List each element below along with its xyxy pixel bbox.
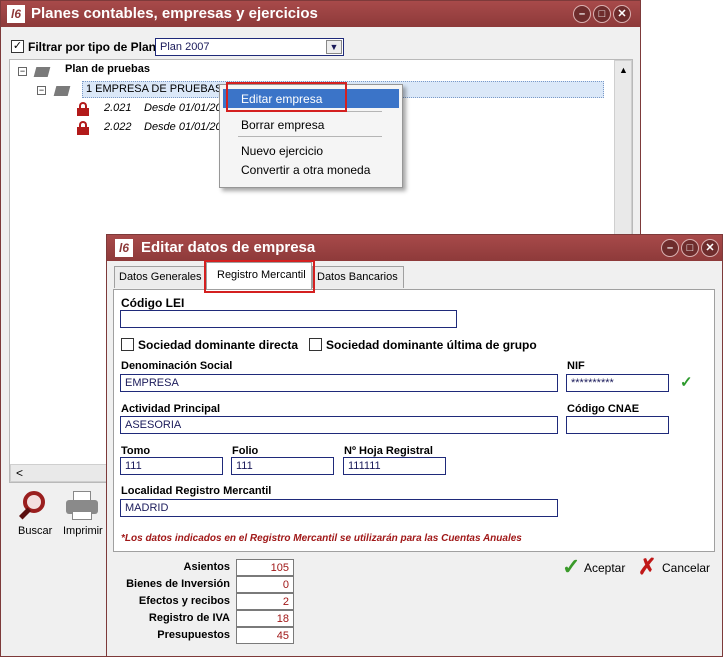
stats-row: Efectos y recibos 2	[116, 593, 296, 610]
minimize-icon[interactable]: –	[661, 239, 679, 257]
app-logo-icon: l6	[7, 5, 25, 23]
tree-root-label[interactable]: Plan de pruebas	[65, 63, 150, 75]
soc-dominante-directa-label: Sociedad dominante directa	[138, 338, 299, 352]
denominacion-field[interactable]: EMPRESA	[120, 374, 558, 392]
imprimir-button[interactable]: Imprimir	[60, 489, 104, 541]
tree-year-desde: Desde 01/01/20	[144, 102, 222, 114]
lock-icon	[77, 102, 89, 116]
maximize-icon[interactable]: □	[593, 5, 611, 23]
stats-label: Presupuestos	[157, 629, 230, 641]
tab-label: Datos Generales	[119, 271, 202, 283]
aceptar-button[interactable]: ✓ Aceptar	[562, 554, 628, 580]
scroll-up-icon[interactable]: ▲	[619, 65, 628, 75]
printer-icon	[66, 491, 98, 521]
minimize-icon[interactable]: –	[573, 5, 591, 23]
menu-item-nuevo-ejercicio[interactable]: Nuevo ejercicio	[223, 141, 399, 160]
stats-row: Bienes de Inversión 0	[116, 576, 296, 593]
cancel-x-icon: ✗	[638, 554, 657, 579]
codigo-lei-field[interactable]	[120, 310, 457, 328]
cnae-field[interactable]	[566, 416, 669, 434]
highlight-editar-empresa	[226, 82, 347, 112]
tab-datos-bancarios[interactable]: Datos Bancarios	[312, 266, 404, 288]
nif-field[interactable]: **********	[566, 374, 669, 392]
cnae-label: Código CNAE	[567, 403, 640, 415]
filter-label: Filtrar por tipo de Plan	[28, 40, 157, 54]
maximize-icon[interactable]: □	[681, 239, 699, 257]
stats-value: 2	[236, 593, 294, 610]
hoja-registral-label: Nº Hoja Registral	[344, 445, 433, 457]
denominacion-label: Denominación Social	[121, 360, 233, 372]
tree-collapse-icon[interactable]: −	[37, 86, 46, 95]
vertical-scrollbar[interactable]: ▲	[614, 60, 632, 260]
aceptar-label: Aceptar	[584, 561, 626, 575]
hoja-registral-field[interactable]: 111111	[343, 457, 446, 475]
menu-separator	[238, 136, 382, 137]
soc-dominante-ultima-label: Sociedad dominante última de grupo	[326, 338, 537, 352]
filter-checkbox[interactable]: ✓	[11, 40, 24, 53]
menu-item-label: Nuevo ejercicio	[241, 144, 324, 158]
stats-row: Registro de IVA 18	[116, 610, 296, 627]
tomo-field[interactable]: 111	[120, 457, 223, 475]
stats-value: 105	[236, 559, 294, 576]
folder-icon	[53, 86, 71, 96]
menu-item-convertir-moneda[interactable]: Convertir a otra moneda	[223, 160, 399, 179]
tree-year-code[interactable]: 2.021	[104, 102, 132, 114]
stats-label: Asientos	[183, 561, 230, 573]
folder-icon	[33, 67, 51, 77]
front-titlebar: l6 Editar datos de empresa – □ ✕	[107, 235, 722, 261]
imprimir-label: Imprimir	[63, 525, 103, 537]
plan-select[interactable]: Plan 2007 ▼	[155, 38, 344, 56]
folio-label: Folio	[232, 445, 259, 457]
app-logo-icon: l6	[115, 239, 133, 257]
buscar-label: Buscar	[18, 525, 53, 537]
tree-year-desde: Desde 01/01/20	[144, 121, 222, 133]
horizontal-scrollbar[interactable]: <	[10, 464, 120, 482]
stats-value: 18	[236, 610, 294, 627]
magnifier-icon	[18, 491, 49, 521]
tree-company-label: 1 EMPRESA DE PRUEBAS S.	[86, 83, 236, 95]
tab-label: Datos Bancarios	[317, 271, 398, 283]
stats-value: 0	[236, 576, 294, 593]
front-window-title: Editar datos de empresa	[141, 239, 316, 256]
tree-collapse-icon[interactable]: −	[18, 67, 27, 76]
tomo-label: Tomo	[121, 445, 151, 457]
plan-select-value: Plan 2007	[160, 41, 210, 53]
cancelar-label: Cancelar	[662, 561, 711, 575]
stats-row: Asientos 105	[116, 559, 296, 576]
menu-item-borrar-empresa[interactable]: Borrar empresa	[223, 115, 399, 134]
checkmark-icon: ✓	[562, 554, 581, 579]
codigo-lei-label: Código LEI	[121, 296, 185, 310]
stats-label: Registro de IVA	[148, 612, 230, 624]
cancelar-button[interactable]: ✗ Cancelar	[638, 554, 711, 580]
menu-item-label: Borrar empresa	[241, 118, 325, 132]
highlight-registro-mercantil	[204, 260, 315, 293]
stats-row: Presupuestos 45	[116, 627, 296, 644]
stats-label: Efectos y recibos	[138, 595, 230, 607]
scroll-left-icon[interactable]: <	[16, 466, 23, 480]
close-icon[interactable]: ✕	[613, 5, 631, 23]
soc-dominante-ultima-checkbox[interactable]	[309, 338, 322, 351]
close-icon[interactable]: ✕	[701, 239, 719, 257]
actividad-label: Actividad Principal	[121, 403, 221, 415]
registro-note: *Los datos indicados en el Registro Merc…	[121, 533, 522, 544]
stats-label: Bienes de Inversión	[126, 578, 230, 590]
folio-field[interactable]: 111	[231, 457, 334, 475]
back-window-title: Planes contables, empresas y ejercicios	[31, 5, 318, 22]
menu-item-label: Convertir a otra moneda	[241, 163, 371, 177]
localidad-field[interactable]: MADRID	[120, 499, 558, 517]
stats-value: 45	[236, 627, 294, 644]
tree-year-code[interactable]: 2.022	[104, 121, 132, 133]
soc-dominante-directa-checkbox[interactable]	[121, 338, 134, 351]
lock-icon	[77, 121, 89, 135]
stats-panel: Asientos 105 Bienes de Inversión 0 Efect…	[116, 554, 296, 648]
tab-datos-generales[interactable]: Datos Generales	[114, 266, 206, 288]
back-titlebar: l6 Planes contables, empresas y ejercici…	[1, 1, 640, 27]
nif-label: NIF	[567, 360, 585, 372]
localidad-label: Localidad Registro Mercantil	[121, 485, 272, 497]
chevron-down-icon[interactable]: ▼	[326, 40, 342, 54]
actividad-field[interactable]: ASESORIA	[120, 416, 558, 434]
checkmark-icon: ✓	[680, 374, 693, 391]
buscar-button[interactable]: Buscar	[13, 489, 57, 541]
